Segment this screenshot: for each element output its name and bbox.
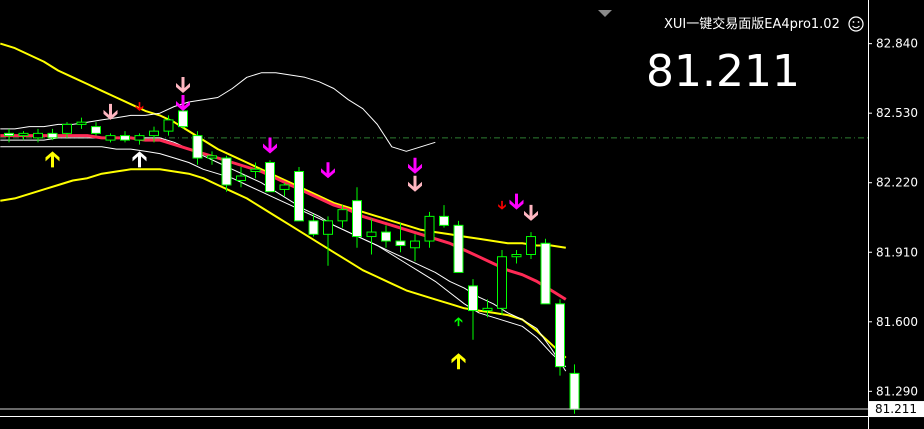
- candle-body-bull: [236, 175, 246, 181]
- price-chart[interactable]: 82.840 82.530 82.220 81.910 81.600 81.290 81.2…: [0, 0, 924, 429]
- candle-body-bull: [424, 215, 435, 242]
- price-tick-label: 82.220: [876, 176, 918, 190]
- candle-body-bear: [265, 162, 275, 193]
- candle: [555, 299, 565, 376]
- candle-body-bear: [178, 110, 188, 128]
- price-tick-label: 81.910: [876, 245, 918, 259]
- candle-body-bear: [439, 215, 449, 226]
- candle-body-bull: [511, 253, 522, 258]
- candle: [294, 167, 304, 222]
- candle-body-bear: [308, 220, 319, 235]
- candle-body-bear: [120, 135, 130, 141]
- candle-body-bull: [526, 236, 536, 255]
- candle-body-bull: [279, 184, 290, 190]
- current-price-tag-label: 81.211: [875, 402, 917, 416]
- price-tick-label: 82.840: [876, 37, 918, 51]
- candle: [526, 232, 536, 259]
- price-tick-label: 81.290: [876, 384, 918, 398]
- candle-body-bull: [62, 123, 72, 134]
- price-tick-label: 82.530: [876, 106, 918, 120]
- candle-body-bear: [540, 242, 551, 305]
- candle-body-bear: [453, 224, 464, 273]
- candle-body-bear: [569, 372, 580, 410]
- candle-body-bull: [33, 132, 43, 139]
- candle-body-bull: [207, 155, 217, 159]
- ea-title: XUI一键交易面版EA4pro1.02: [664, 16, 840, 32]
- candle-body-bear: [4, 132, 14, 137]
- candle-body-bull: [337, 209, 348, 222]
- candle-body-bull: [410, 240, 420, 249]
- candle-body-bear: [395, 240, 406, 247]
- candle: [265, 160, 275, 193]
- current-price-display: 81.211: [646, 46, 800, 97]
- candle-body-bull: [18, 132, 29, 137]
- candle-body-bear: [47, 132, 58, 139]
- price-tick-label: 81.600: [876, 315, 918, 329]
- candle-body-bear: [555, 303, 565, 368]
- candle-body-bull: [323, 220, 333, 235]
- candle-body-bull: [163, 119, 174, 132]
- candle-body-bull: [105, 135, 116, 141]
- candle-body-bull: [497, 256, 507, 309]
- candle-body-bear: [294, 171, 304, 222]
- candle-body-bear: [381, 231, 391, 242]
- candle: [453, 220, 464, 273]
- candle-body-bull: [366, 231, 377, 238]
- candle-body-bear: [221, 157, 232, 186]
- candle-body-bull: [250, 168, 261, 173]
- candle: [497, 250, 507, 316]
- candle-body-bear: [91, 126, 101, 134]
- candle-body-bear: [468, 285, 478, 312]
- candle-body-bull: [76, 121, 87, 125]
- candle-body-bull: [149, 130, 159, 137]
- candle: [540, 238, 551, 305]
- candle-body-bull: [482, 307, 493, 312]
- candle-body-bear: [192, 135, 203, 159]
- candle-body-bear: [352, 200, 362, 238]
- candle-body-bull: [134, 135, 145, 141]
